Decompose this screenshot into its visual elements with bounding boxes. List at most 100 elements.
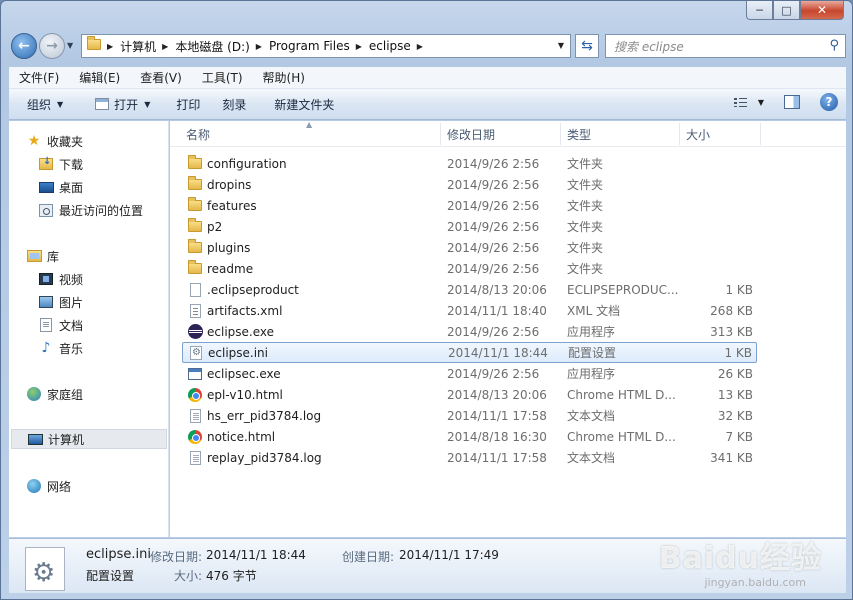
open-button[interactable]: 打开 ▼ bbox=[73, 89, 160, 119]
sidebar-item-libraries[interactable]: 库 bbox=[25, 246, 59, 266]
table-row[interactable]: hs_err_pid3784.log 2014/11/1 17:58 文本文档 32 … bbox=[182, 405, 757, 426]
file-name: artifacts.xml bbox=[207, 303, 283, 318]
file-name: plugins bbox=[207, 240, 251, 255]
search-input[interactable]: 搜索 eclipse ⚲ bbox=[605, 34, 846, 58]
print-button[interactable]: 打印 bbox=[160, 89, 210, 119]
sidebar-item-computer[interactable]: 计算机 bbox=[11, 429, 167, 449]
chrome-icon bbox=[186, 429, 204, 444]
library-icon bbox=[25, 250, 43, 262]
preview-pane-icon[interactable] bbox=[784, 95, 800, 109]
refresh-icon: ⇆ bbox=[581, 38, 593, 54]
sidebar-item-downloads[interactable]: 下载 bbox=[37, 154, 83, 174]
sidebar-item-pictures[interactable]: 图片 bbox=[37, 292, 83, 312]
file-date: 2014/9/26 2:56 bbox=[447, 324, 540, 339]
sidebar-item-desktop[interactable]: 桌面 bbox=[37, 177, 83, 197]
eclipse-icon bbox=[186, 324, 204, 339]
sidebar-item-label: 收藏夹 bbox=[47, 134, 84, 149]
address-history-dropdown[interactable]: ▼ bbox=[558, 41, 564, 50]
menu-help[interactable]: 帮助(H) bbox=[253, 69, 315, 86]
menu-file[interactable]: 文件(F) bbox=[9, 69, 69, 86]
forward-button[interactable]: → bbox=[39, 33, 65, 59]
sidebar-item-documents[interactable]: 文档 bbox=[37, 315, 83, 335]
new-folder-button[interactable]: 新建文件夹 bbox=[256, 89, 344, 119]
address-bar[interactable]: ▶ 计算机 ▶ 本地磁盘 (D:) ▶ Program Files ▶ ecli… bbox=[81, 34, 571, 58]
table-row[interactable]: features 2014/9/26 2:56 文件夹 bbox=[182, 195, 757, 216]
breadcrumb-program-files[interactable]: Program Files bbox=[269, 39, 350, 53]
table-row[interactable]: eclipse.exe 2014/9/26 2:56 应用程序 313 KB bbox=[182, 321, 757, 342]
refresh-button[interactable]: ⇆ bbox=[575, 34, 599, 58]
burn-button[interactable]: 刻录 bbox=[210, 89, 256, 119]
sidebar-item-label: 网络 bbox=[47, 479, 72, 494]
breadcrumb-computer[interactable]: 计算机 bbox=[120, 38, 156, 55]
column-header-date[interactable]: 修改日期 bbox=[447, 126, 495, 146]
organize-label: 组织 bbox=[27, 97, 52, 112]
menu-edit[interactable]: 编辑(E) bbox=[69, 69, 130, 86]
explorer-window: ─ □ ✕ ← → ▼ ▶ 计算机 ▶ 本地磁盘 (D:) ▶ Program … bbox=[0, 0, 853, 600]
downloads-folder-icon bbox=[37, 156, 55, 170]
print-label: 打印 bbox=[176, 97, 201, 112]
document-icon bbox=[37, 318, 55, 332]
burn-label: 刻录 bbox=[222, 97, 247, 112]
new-folder-label: 新建文件夹 bbox=[274, 97, 335, 112]
file-name: hs_err_pid3784.log bbox=[207, 408, 322, 423]
table-row[interactable]: readme 2014/9/26 2:56 文件夹 bbox=[182, 258, 757, 279]
close-button[interactable]: ✕ bbox=[800, 1, 844, 20]
change-view-icon[interactable] bbox=[733, 97, 748, 108]
menu-view[interactable]: 查看(V) bbox=[130, 69, 192, 86]
table-row[interactable]: .eclipseproduct 2014/8/13 20:06 ECLIPSEPRO… bbox=[182, 279, 757, 300]
file-date: 2014/9/26 2:56 bbox=[447, 198, 540, 213]
sidebar-item-network[interactable]: 网络 bbox=[25, 476, 71, 496]
file-name-cell: eclipse.exe bbox=[186, 324, 274, 339]
recent-pages-dropdown[interactable]: ▼ bbox=[67, 41, 73, 50]
desktop-icon bbox=[37, 181, 55, 193]
column-header-type[interactable]: 类型 bbox=[567, 126, 591, 146]
file-name-cell: readme bbox=[186, 260, 253, 276]
sidebar-item-videos[interactable]: 视频 bbox=[37, 269, 83, 289]
sidebar-item-favorites[interactable]: ★ 收藏夹 bbox=[25, 131, 83, 151]
back-button[interactable]: ← bbox=[11, 33, 37, 59]
search-icon[interactable]: ⚲ bbox=[829, 38, 839, 53]
menu-bar: 文件(F) 编辑(E) 查看(V) 工具(T) 帮助(H) bbox=[9, 67, 846, 89]
table-row[interactable]: epl-v10.html 2014/8/13 20:06 Chrome HTML D… bbox=[182, 384, 757, 405]
file-date: 2014/8/18 16:30 bbox=[447, 429, 547, 444]
table-row[interactable]: dropins 2014/9/26 2:56 文件夹 bbox=[182, 174, 757, 195]
minimize-button[interactable]: ─ bbox=[746, 1, 773, 20]
folder-icon bbox=[186, 197, 204, 211]
table-row[interactable]: configuration 2014/9/26 2:56 文件夹 bbox=[182, 153, 757, 174]
sidebar-item-label: 视频 bbox=[59, 272, 84, 287]
column-header-size[interactable]: 大小 bbox=[686, 126, 710, 146]
breadcrumb: ▶ 计算机 ▶ 本地磁盘 (D:) ▶ Program Files ▶ ecli… bbox=[107, 38, 423, 55]
sidebar-item-homegroup[interactable]: 家庭组 bbox=[25, 384, 83, 404]
breadcrumb-local-disk[interactable]: 本地磁盘 (D:) bbox=[175, 38, 249, 55]
file-type: 文件夹 bbox=[567, 262, 604, 276]
maximize-button[interactable]: □ bbox=[773, 1, 800, 20]
table-row[interactable]: plugins 2014/9/26 2:56 文件夹 bbox=[182, 237, 757, 258]
table-row[interactable]: notice.html 2014/8/18 16:30 Chrome HTML D.… bbox=[182, 426, 757, 447]
table-row[interactable]: eclipse.ini 2014/11/1 18:44 配置设置 1 KB bbox=[182, 342, 757, 363]
view-controls: ▼ ? bbox=[733, 93, 838, 111]
file-type: Chrome HTML D... bbox=[567, 387, 676, 402]
baidu-watermark-logo: Baidu经验 bbox=[658, 541, 822, 576]
column-header-name[interactable]: 名称 bbox=[186, 126, 210, 146]
file-date: 2014/11/1 17:58 bbox=[447, 408, 547, 423]
file-type: 文件夹 bbox=[567, 199, 604, 213]
menu-tools[interactable]: 工具(T) bbox=[192, 69, 253, 86]
chevron-down-icon[interactable]: ▼ bbox=[758, 98, 764, 107]
organize-button[interactable]: 组织 ▼ bbox=[9, 89, 73, 119]
sidebar-item-recent[interactable]: 最近访问的位置 bbox=[37, 200, 143, 220]
file-date: 2014/9/26 2:56 bbox=[447, 177, 540, 192]
table-row[interactable]: artifacts.xml 2014/11/1 18:40 XML 文档 268 KB bbox=[182, 300, 757, 321]
file-name: eclipse.ini bbox=[208, 345, 268, 360]
table-row[interactable]: p2 2014/9/26 2:56 文件夹 bbox=[182, 216, 757, 237]
table-row[interactable]: eclipsec.exe 2014/9/26 2:56 应用程序 26 KB bbox=[182, 363, 757, 384]
help-icon[interactable]: ? bbox=[820, 93, 838, 111]
file-type: 文本文档 bbox=[567, 451, 616, 465]
arrow-right-icon: → bbox=[46, 38, 58, 54]
navigation-pane: ★ 收藏夹 下载 桌面 最近访问的位置 库 视频 图片 文档 bbox=[9, 121, 169, 537]
sidebar-item-label: 音乐 bbox=[59, 341, 84, 356]
breadcrumb-eclipse[interactable]: eclipse bbox=[369, 39, 411, 53]
file-date: 2014/9/26 2:56 bbox=[447, 366, 540, 381]
sidebar-item-music[interactable]: ♪ 音乐 bbox=[37, 338, 83, 358]
file-name-cell: notice.html bbox=[186, 429, 275, 444]
table-row[interactable]: replay_pid3784.log 2014/11/1 17:58 文本文档 341… bbox=[182, 447, 757, 468]
